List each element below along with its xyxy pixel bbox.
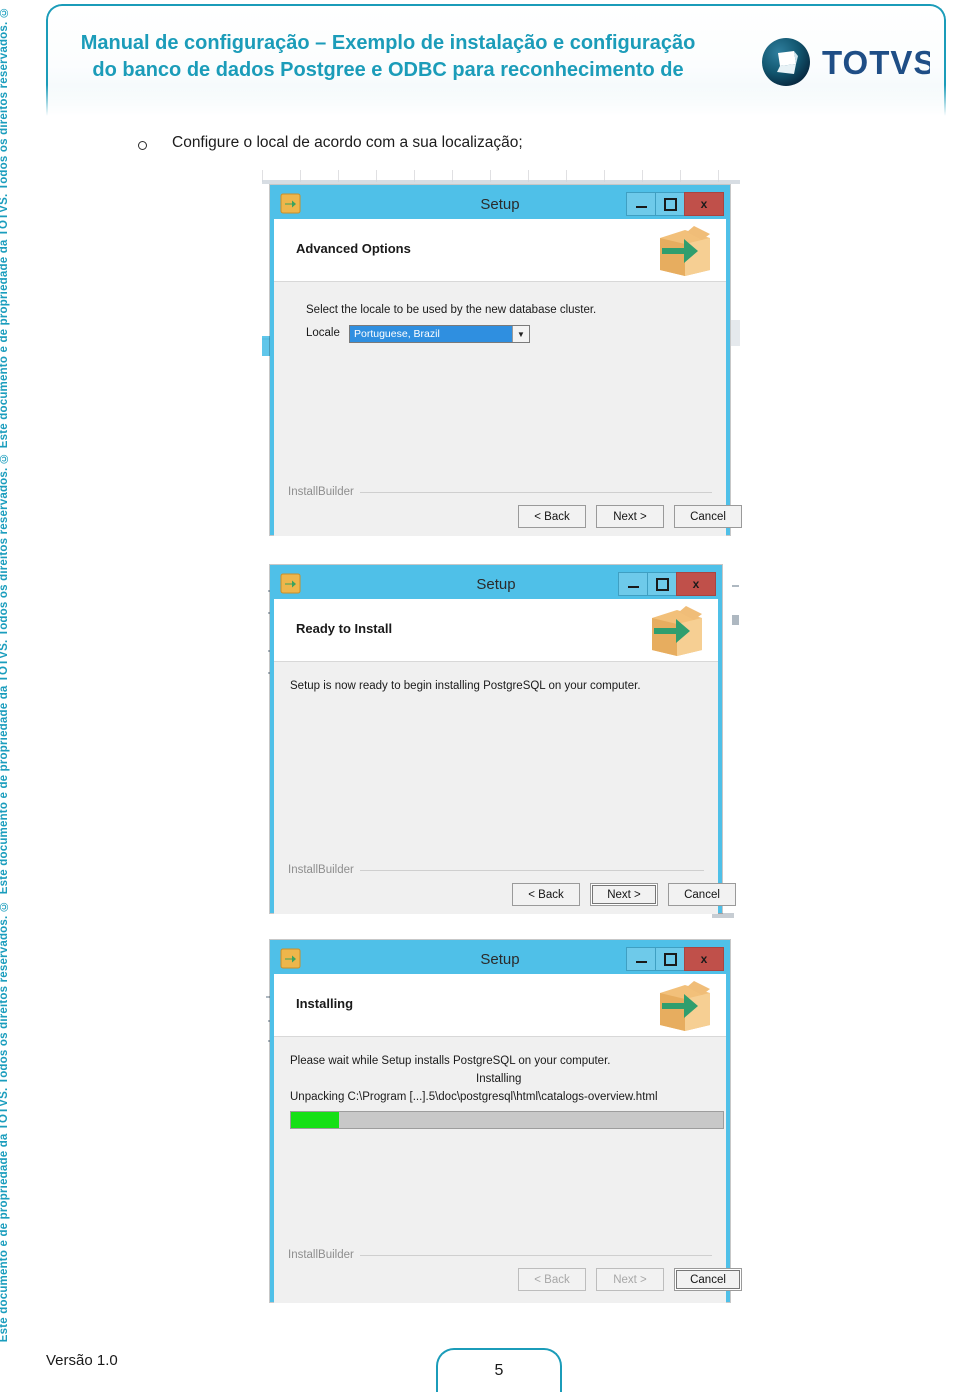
cancel-button[interactable]: Cancel (674, 505, 742, 528)
installbuilder-brand: InstallBuilder (288, 486, 354, 498)
dialog-buttons[interactable]: < Back Next > Cancel (518, 505, 742, 528)
title-bar[interactable]: Setup x (274, 569, 718, 599)
locale-instruction: Select the locale to be used by the new … (306, 304, 597, 316)
dialog-heading: Advanced Options (296, 241, 411, 256)
cancel-button[interactable]: Cancel (668, 883, 736, 906)
background-artifact (732, 615, 739, 625)
bullet-label: Configure o local de acordo com a sua lo… (172, 134, 523, 151)
dialog-header: Ready to Install (274, 599, 718, 662)
maximize-button[interactable] (655, 192, 685, 216)
installer-icon (280, 573, 301, 594)
setup-window-advanced-options[interactable]: Setup x Advanced Options Select the loca… (270, 185, 742, 536)
title-bar[interactable]: Setup x (274, 944, 726, 974)
install-progress-bar (290, 1111, 724, 1129)
chevron-down-icon[interactable]: ▼ (512, 326, 529, 342)
background-artifact (731, 320, 740, 346)
dialog-heading: Installing (296, 996, 354, 1011)
setup-window-ready-to-install[interactable]: Setup x Ready to Install Setup is now re… (270, 565, 736, 914)
next-button[interactable]: Next > (590, 883, 658, 906)
installbuilder-brand: InstallBuilder (288, 864, 354, 876)
page-number: 5 (494, 1362, 504, 1379)
back-button[interactable]: < Back (512, 883, 580, 906)
box-arrow-icon (654, 222, 716, 278)
copyright-notice: Este documento é de propriedade da TOTVS… (0, 900, 10, 1343)
setup-window-installing[interactable]: Setup x Installing Please wait while Set… (270, 940, 742, 1303)
window-controls[interactable]: x (618, 572, 716, 596)
installing-status: Installing (476, 1073, 522, 1085)
installing-detail: Unpacking C:\Program [...].5\doc\postgre… (290, 1091, 658, 1103)
cancel-button[interactable]: Cancel (674, 1268, 742, 1291)
footer-divider (360, 1255, 712, 1256)
footer-divider (360, 492, 712, 493)
minimize-button[interactable] (626, 947, 656, 971)
back-button[interactable]: < Back (518, 505, 586, 528)
next-button[interactable]: Next > (596, 505, 664, 528)
box-arrow-icon (654, 977, 716, 1033)
close-button[interactable]: x (684, 947, 724, 971)
ready-message: Setup is now ready to begin installing P… (290, 680, 641, 692)
svg-text:TOTVS: TOTVS (822, 44, 930, 81)
copyright-notice: Este documento é de propriedade da TOTVS… (0, 452, 10, 895)
copyright-sidebar: Este documento é de propriedade da TOTVS… (0, 0, 34, 1386)
copyright-notice: Este documento é de propriedade da TOTVS… (0, 6, 10, 449)
close-button[interactable]: x (676, 572, 716, 596)
document-version: Versão 1.0 (46, 1352, 118, 1369)
close-button[interactable]: x (684, 192, 724, 216)
installing-message: Please wait while Setup installs Postgre… (290, 1055, 611, 1067)
maximize-button[interactable] (655, 947, 685, 971)
installer-icon (280, 948, 301, 969)
dialog-buttons[interactable]: < Back Next > Cancel (518, 1268, 742, 1291)
install-progress-fill (291, 1112, 339, 1128)
dialog-body: Setup is now ready to begin installing P… (274, 662, 736, 914)
locale-select[interactable]: Portuguese, Brazil ▼ (349, 325, 530, 343)
minimize-button[interactable] (626, 192, 656, 216)
dialog-body: Please wait while Setup installs Postgre… (274, 1037, 742, 1303)
back-button: < Back (518, 1268, 586, 1291)
dialog-header: Installing (274, 974, 726, 1037)
dialog-header: Advanced Options (274, 219, 726, 282)
maximize-button[interactable] (647, 572, 677, 596)
locale-label: Locale (306, 327, 340, 339)
totvs-logo: TOTVS (760, 36, 930, 88)
footer-divider (360, 870, 704, 871)
background-artifact (732, 585, 739, 587)
dialog-heading: Ready to Install (296, 621, 393, 636)
background-ruler-bar (262, 180, 740, 184)
minimize-button[interactable] (618, 572, 648, 596)
page-header: Manual de configuração – Exemplo de inst… (46, 4, 946, 116)
installbuilder-brand: InstallBuilder (288, 1249, 354, 1261)
dialog-buttons[interactable]: < Back Next > Cancel (512, 883, 736, 906)
title-bar[interactable]: Setup x (274, 189, 726, 219)
page-title: Manual de configuração – Exemplo de inst… (80, 32, 696, 81)
dialog-body: Select the locale to be used by the new … (274, 282, 742, 536)
box-arrow-icon (646, 602, 708, 658)
window-controls[interactable]: x (626, 192, 724, 216)
bullet-item: Configure o local de acordo com a sua lo… (138, 134, 738, 160)
locale-selected-value: Portuguese, Brazil (350, 326, 512, 342)
installer-icon (280, 193, 301, 214)
next-button: Next > (596, 1268, 664, 1291)
window-controls[interactable]: x (626, 947, 724, 971)
bullet-marker-icon (138, 141, 147, 150)
